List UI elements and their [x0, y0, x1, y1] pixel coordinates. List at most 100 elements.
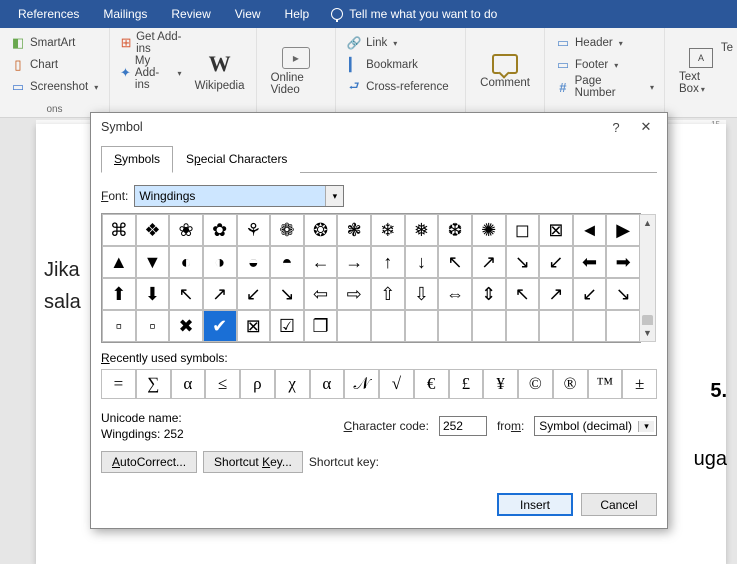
- recent-symbol-cell[interactable]: ¥: [483, 369, 518, 399]
- recent-symbol-cell[interactable]: ≤: [205, 369, 240, 399]
- charcode-input[interactable]: [439, 416, 487, 436]
- recent-symbol-cell[interactable]: ™: [588, 369, 623, 399]
- scroll-down-button[interactable]: ▼: [640, 325, 655, 341]
- symbol-cell[interactable]: ▫: [136, 310, 170, 342]
- symbol-cell[interactable]: ↓: [405, 246, 439, 278]
- symbol-cell[interactable]: ⬆: [102, 278, 136, 310]
- symbol-cell[interactable]: ❁: [270, 214, 304, 246]
- symbol-cell[interactable]: [539, 310, 573, 342]
- symbol-cell[interactable]: ❖: [136, 214, 170, 246]
- symbol-cell[interactable]: [438, 310, 472, 342]
- tab-review[interactable]: Review: [159, 0, 222, 28]
- dialog-help-button[interactable]: ?: [601, 120, 631, 135]
- bookmark-button[interactable]: Bookmark: [344, 54, 457, 76]
- symbol-cell[interactable]: ❆: [438, 214, 472, 246]
- symbol-cell[interactable]: →: [337, 246, 371, 278]
- symbol-cell[interactable]: ↙: [539, 246, 573, 278]
- tab-view[interactable]: View: [223, 0, 273, 28]
- smartart-button[interactable]: SmartArt: [8, 32, 101, 54]
- screenshot-button[interactable]: Screenshot▾: [8, 76, 101, 98]
- symbol-cell[interactable]: ▲: [102, 246, 136, 278]
- symbol-cell[interactable]: ↗: [203, 278, 237, 310]
- symbol-cell[interactable]: ⬇: [136, 278, 170, 310]
- recent-symbol-cell[interactable]: ρ: [240, 369, 275, 399]
- comment-button[interactable]: Comment: [474, 32, 536, 110]
- symbol-cell[interactable]: ▶: [606, 214, 640, 246]
- symbol-cell[interactable]: [506, 310, 540, 342]
- font-input[interactable]: [135, 186, 325, 206]
- recent-symbol-cell[interactable]: ©: [518, 369, 553, 399]
- recent-symbol-cell[interactable]: χ: [275, 369, 310, 399]
- symbol-cell[interactable]: ⊠: [237, 310, 271, 342]
- pagenum-button[interactable]: Page Number▾: [553, 76, 656, 98]
- symbol-cell[interactable]: ↗: [472, 246, 506, 278]
- symbol-cell[interactable]: ⇔: [438, 278, 472, 310]
- symbol-cell[interactable]: ❅: [405, 214, 439, 246]
- symbol-cell[interactable]: ◓: [270, 246, 304, 278]
- symbol-cell[interactable]: ⚘: [237, 214, 271, 246]
- recent-symbol-cell[interactable]: =: [101, 369, 136, 399]
- symbol-cell[interactable]: [472, 310, 506, 342]
- symbol-cell[interactable]: ↖: [169, 278, 203, 310]
- header-button[interactable]: Header▾: [553, 32, 656, 54]
- symbol-cell[interactable]: ↖: [506, 278, 540, 310]
- from-select[interactable]: Symbol (decimal) ▾: [534, 416, 657, 436]
- tab-references[interactable]: References: [6, 0, 91, 28]
- recent-symbol-cell[interactable]: 𝒩: [344, 369, 379, 399]
- insert-button[interactable]: Insert: [497, 493, 573, 516]
- wikipedia-button[interactable]: W Wikipedia: [192, 32, 248, 110]
- symbol-cell[interactable]: ✖: [169, 310, 203, 342]
- symbol-cell[interactable]: [606, 310, 640, 342]
- symbol-cell[interactable]: ⇦: [304, 278, 338, 310]
- symbol-cell[interactable]: ⇩: [405, 278, 439, 310]
- symbol-cell[interactable]: ⇕: [472, 278, 506, 310]
- tell-me-search[interactable]: Tell me what you want to do: [321, 7, 507, 21]
- recent-symbol-cell[interactable]: √: [379, 369, 414, 399]
- symbol-cell[interactable]: ◄: [573, 214, 607, 246]
- tab-special-chars[interactable]: Special Characters: [173, 146, 300, 173]
- symbol-cell[interactable]: [337, 310, 371, 342]
- link-button[interactable]: Link▾: [344, 32, 457, 54]
- cancel-button[interactable]: Cancel: [581, 493, 657, 516]
- symbol-scrollbar[interactable]: ▲ ▼: [640, 214, 656, 342]
- dialog-close-button[interactable]: ✕: [631, 119, 661, 135]
- shortcutkey-button[interactable]: Shortcut Key...: [203, 451, 303, 473]
- tab-mailings[interactable]: Mailings: [91, 0, 159, 28]
- symbol-cell[interactable]: ✿: [203, 214, 237, 246]
- symbol-cell[interactable]: ☑: [270, 310, 304, 342]
- symbol-cell[interactable]: ↙: [237, 278, 271, 310]
- font-dropdown-button[interactable]: ▾: [325, 186, 343, 206]
- recent-symbol-cell[interactable]: α: [171, 369, 206, 399]
- symbol-cell[interactable]: ↑: [371, 246, 405, 278]
- tab-help[interactable]: Help: [273, 0, 322, 28]
- get-addins-button[interactable]: Get Add-ins: [118, 32, 184, 54]
- symbol-cell[interactable]: ⇨: [337, 278, 371, 310]
- symbol-cell[interactable]: ↗: [539, 278, 573, 310]
- dialog-titlebar[interactable]: Symbol ? ✕: [91, 113, 667, 141]
- symbol-cell[interactable]: [405, 310, 439, 342]
- recent-symbol-cell[interactable]: ®: [553, 369, 588, 399]
- symbol-cell[interactable]: ❂: [304, 214, 338, 246]
- symbol-cell[interactable]: ◒: [237, 246, 271, 278]
- symbol-cell[interactable]: ←: [304, 246, 338, 278]
- tab-symbols[interactable]: Symbols: [101, 146, 173, 173]
- symbol-cell[interactable]: ↖: [438, 246, 472, 278]
- symbol-cell[interactable]: ↘: [606, 278, 640, 310]
- recent-symbol-cell[interactable]: £: [449, 369, 484, 399]
- my-addins-button[interactable]: My Add-ins▾: [118, 62, 184, 84]
- font-combobox[interactable]: ▾: [134, 185, 344, 207]
- symbol-cell[interactable]: ➡: [606, 246, 640, 278]
- symbol-cell[interactable]: ◻: [506, 214, 540, 246]
- online-video-button[interactable]: Online Video: [265, 32, 328, 110]
- symbol-cell[interactable]: ◐: [169, 246, 203, 278]
- symbol-cell[interactable]: ❀: [169, 214, 203, 246]
- symbol-cell[interactable]: ✔: [203, 310, 237, 342]
- scroll-up-button[interactable]: ▲: [640, 215, 655, 231]
- symbol-cell[interactable]: ▼: [136, 246, 170, 278]
- symbol-cell[interactable]: ↘: [270, 278, 304, 310]
- symbol-cell[interactable]: [573, 310, 607, 342]
- symbol-cell[interactable]: ↙: [573, 278, 607, 310]
- from-dropdown-button[interactable]: ▾: [638, 421, 654, 432]
- symbol-cell[interactable]: ◑: [203, 246, 237, 278]
- symbol-cell[interactable]: ▫: [102, 310, 136, 342]
